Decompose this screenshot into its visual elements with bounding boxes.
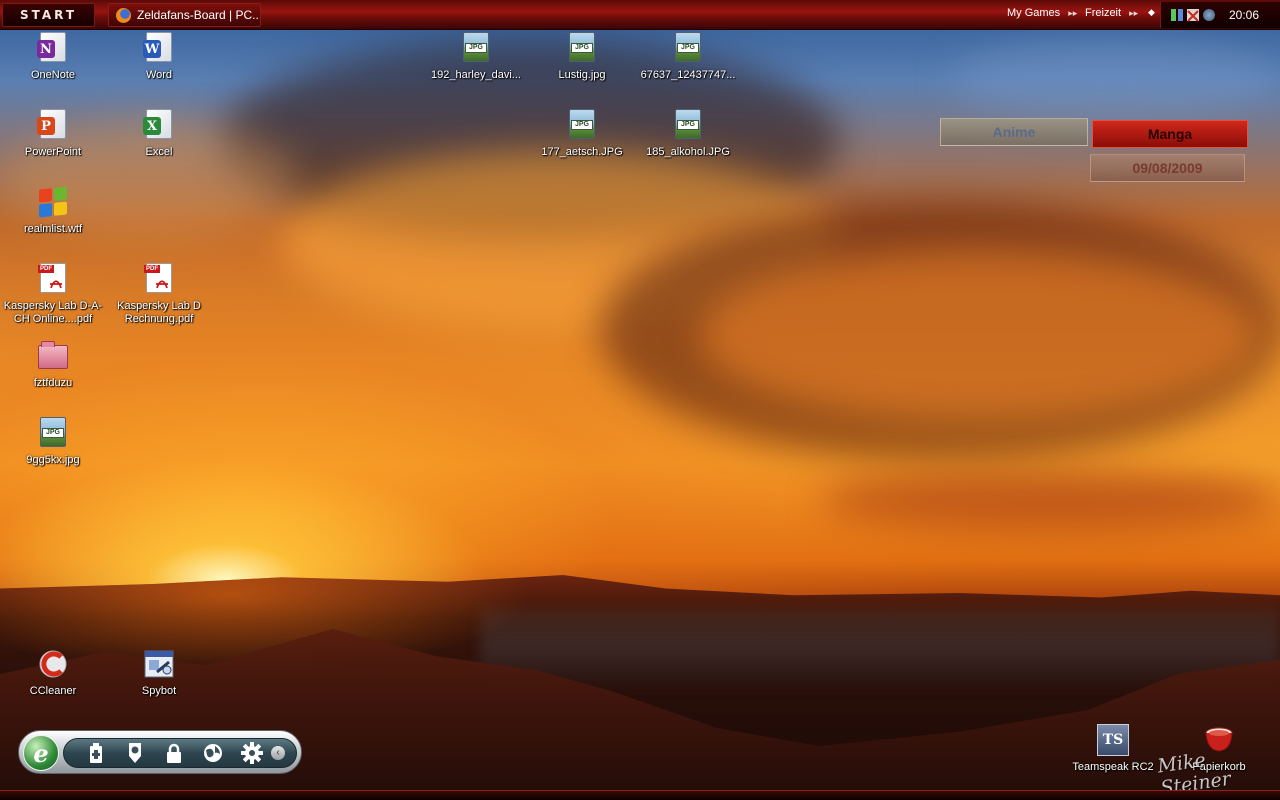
dock-logo-icon[interactable]: e [23,735,59,771]
desktop-icon-label: Kaspersky Lab D Rechnung.pdf [117,300,201,325]
bottom-edge-bar [0,790,1280,800]
quick-launch-dock: e ‹ [18,730,302,774]
word-icon: W [143,32,172,62]
widget-date: 09/08/2009 [1090,154,1245,182]
jpg-file-icon: JPG [40,417,66,447]
desktop-icon-kaspersky-rechnung-pdf[interactable]: PDF Kaspersky Lab D Rechnung.pdf [109,263,209,326]
desktop-icon-harley[interactable]: JPG 192_harley_davi... [426,32,526,82]
jpg-file-icon: JPG [569,32,595,62]
taskbar: START Zeldafans-Board | PC... My Games ▸… [0,0,1280,30]
taskbar-window-title: Zeldafans-Board | PC... [137,8,261,22]
manga-button[interactable]: Manga [1092,120,1248,148]
desktop-icon-label: realmlist.wtf [23,223,83,235]
desktop-icon-folder-fztfduzu[interactable]: fztfduzu [3,340,103,390]
desktop-icon-lustig[interactable]: JPG Lustig.jpg [532,32,632,82]
desktop-icon-ccleaner[interactable]: CCleaner [3,648,103,698]
pdf-icon: PDF [38,263,66,293]
desktop-icon-label: OneNote [30,69,76,81]
desktop-icon-label: 185_alkohol.JPG [646,146,730,158]
desktop-icon-kaspersky-online-pdf[interactable]: PDF Kaspersky Lab D-A-CH Online....pdf [3,263,103,326]
lightbulb-icon [128,743,141,763]
dock-battery-button[interactable] [76,738,115,768]
desktop-icon-spybot[interactable]: Spybot [109,648,209,698]
desktop-icon-67637[interactable]: JPG 67637_12437747... [638,32,738,82]
desktop-icon-label: 192_harley_davi... [431,69,521,81]
spybot-icon [144,650,174,678]
desktop-icon-label: CCleaner [29,685,77,697]
desktop-icon-label: Kaspersky Lab D-A-CH Online....pdf [3,300,103,325]
folder-icon [38,341,68,369]
windows-flag-icon [39,186,67,218]
wallpaper-haze [480,610,1280,690]
system-tray: 20:06 [1160,2,1280,28]
desktop-icon-label: Teamspeak RC2 [1072,761,1154,773]
desktop-icon-realmlist[interactable]: realmlist.wtf [3,186,103,236]
toolbar-label: My Games [1007,7,1061,19]
teamspeak-icon: TS [1097,724,1129,756]
desktop-icon-excel[interactable]: X Excel [109,109,209,159]
toolbar-my-games[interactable]: My Games ▸▸ [1007,7,1077,19]
pdf-icon: PDF [144,263,172,293]
start-button[interactable]: START [2,3,95,27]
volume-muted-icon[interactable] [1187,9,1199,22]
desktop-icon-label: PowerPoint [24,146,82,158]
powerpoint-icon: P [37,109,66,139]
diamond-icon: ◆ [1148,7,1155,17]
battery-icon [89,743,102,763]
antivirus-icon[interactable] [1203,9,1215,21]
desktop-icon-aetsch[interactable]: JPG 177_aetsch.JPG [532,109,632,159]
network-icon[interactable] [1171,9,1183,21]
desktop-icon-label: Lustig.jpg [558,69,606,81]
desktop-icon-label: 9gg5kx.jpg [26,454,80,466]
dock-bar: ‹ [63,738,297,768]
jpg-file-icon: JPG [463,32,489,62]
toolbar-label: Freizeit [1085,7,1122,19]
desktop-icon-alkohol[interactable]: JPG 185_alkohol.JPG [638,109,738,159]
toolbar-options[interactable]: ◆ [1148,7,1155,18]
globe-icon [203,744,222,762]
dock-lock-button[interactable] [154,738,193,768]
dock-tips-button[interactable] [115,738,154,768]
desktop-icon-onenote[interactable]: N OneNote [3,32,103,82]
desktop-icon-label: Word [145,69,173,81]
gear-icon [240,742,263,764]
wallpaper-cloud [950,40,1280,120]
dock-settings-button[interactable] [232,738,271,768]
clock[interactable]: 20:06 [1229,8,1259,22]
toolbar-freizeit[interactable]: Freizeit ▸▸ [1085,7,1138,19]
wallpaper-cloud [700,250,1260,420]
desktop-icon-9gg5kx[interactable]: JPG 9gg5kx.jpg [3,417,103,467]
desktop-icon-label: Excel [145,146,173,158]
lock-icon [166,743,181,763]
taskbar-window-firefox[interactable]: Zeldafans-Board | PC... [108,3,261,27]
onenote-icon: N [37,32,66,62]
jpg-file-icon: JPG [675,109,701,139]
desktop-icon-label: 67637_12437747... [640,69,736,81]
ccleaner-icon [39,650,67,678]
desktop-icon-powerpoint[interactable]: P PowerPoint [3,109,103,159]
desktop-icon-label: Spybot [141,685,177,697]
desktop[interactable]: N OneNote P PowerPoint realmlist.wtf PDF [0,0,1280,800]
jpg-file-icon: JPG [675,32,701,62]
anime-button[interactable]: Anime [940,118,1088,146]
dock-collapse-icon[interactable]: ‹ [271,746,285,760]
desktop-icon-word[interactable]: W Word [109,32,209,82]
dock-internet-button[interactable] [193,738,232,768]
double-chevron-right-icon: ▸▸ [1068,7,1078,18]
firefox-icon [116,7,131,23]
desktop-icon-teamspeak[interactable]: TS Teamspeak RC2 [1063,724,1163,774]
jpg-file-icon: JPG [569,109,595,139]
excel-icon: X [143,109,172,139]
wallpaper-cloud [820,470,1280,530]
desktop-icon-label: fztfduzu [33,377,73,389]
double-chevron-right-icon: ▸▸ [1129,7,1139,18]
desktop-icon-label: 177_aetsch.JPG [541,146,623,158]
